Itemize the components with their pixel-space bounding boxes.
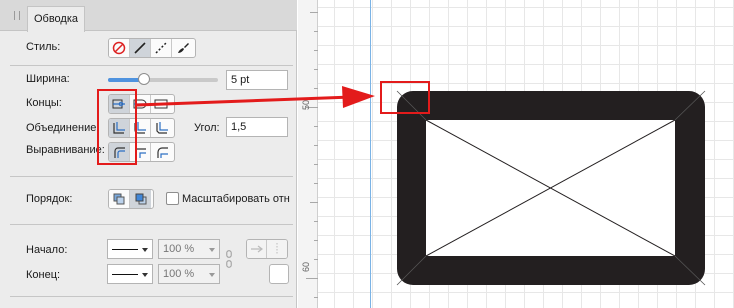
chevron-down-icon bbox=[142, 248, 148, 252]
arrow-line-preview bbox=[112, 273, 138, 275]
align-outside-button[interactable] bbox=[151, 143, 172, 161]
stroke-style-group bbox=[108, 38, 196, 58]
ruler-mark-50: 50 bbox=[301, 99, 311, 110]
caps-label: Концы: bbox=[26, 97, 62, 109]
width-slider-thumb[interactable] bbox=[138, 73, 150, 85]
link-arrows-icon[interactable] bbox=[226, 250, 232, 271]
stroke-behind-fill-icon bbox=[113, 193, 125, 205]
end-scale-dropdown[interactable]: 100 % bbox=[158, 264, 220, 284]
start-arrow-dropdown[interactable] bbox=[107, 239, 153, 259]
chevron-down-icon bbox=[209, 273, 215, 277]
stroke-behind-fill-button[interactable] bbox=[109, 190, 130, 208]
divider bbox=[10, 176, 293, 177]
scale-label: Масштабировать отн bbox=[182, 193, 290, 205]
solid-line-icon bbox=[134, 42, 146, 54]
width-label: Ширина: bbox=[26, 73, 70, 85]
tab-stroke[interactable]: Обводка bbox=[27, 6, 85, 32]
divider bbox=[10, 296, 293, 297]
brush-icon bbox=[177, 43, 189, 53]
swap-arrows-group bbox=[246, 239, 288, 259]
width-input[interactable]: 5 pt bbox=[226, 70, 288, 90]
stroke-front-fill-button[interactable] bbox=[130, 190, 151, 208]
square-cap-button[interactable] bbox=[151, 95, 172, 113]
arrow-align-button[interactable] bbox=[267, 240, 287, 258]
end-color-swatch[interactable] bbox=[269, 264, 289, 284]
start-scale-value: 100 % bbox=[163, 243, 195, 255]
stroke-panel: Обводка Стиль: Ширина: 5 pt Концы: Объед… bbox=[0, 0, 297, 308]
chevron-down-icon bbox=[142, 273, 148, 277]
solid-line-button[interactable] bbox=[130, 39, 151, 57]
scale-checkbox[interactable] bbox=[166, 192, 179, 205]
end-arrow-dropdown[interactable] bbox=[107, 264, 153, 284]
chevron-down-icon bbox=[209, 248, 215, 252]
start-scale-dropdown[interactable]: 100 % bbox=[158, 239, 220, 259]
end-label: Конец: bbox=[26, 269, 61, 281]
square-cap-icon bbox=[154, 99, 168, 109]
arrow-line-preview bbox=[112, 248, 138, 250]
panel-tab-bar: Обводка bbox=[0, 0, 297, 32]
style-label: Стиль: bbox=[26, 41, 61, 53]
angle-input[interactable]: 1,5 bbox=[226, 117, 288, 137]
brush-stroke-button[interactable] bbox=[172, 39, 193, 57]
dashed-line-icon bbox=[155, 42, 167, 54]
angle-label: Угол: bbox=[194, 122, 220, 134]
stroke-front-fill-icon bbox=[135, 193, 146, 205]
end-scale-value: 100 % bbox=[163, 268, 195, 280]
panel-grip-icon[interactable] bbox=[14, 11, 20, 20]
dotted-line-icon bbox=[276, 243, 278, 255]
dashed-line-button[interactable] bbox=[151, 39, 172, 57]
highlight-box bbox=[97, 89, 137, 165]
start-label: Начало: bbox=[26, 244, 68, 256]
swap-arrows-button[interactable] bbox=[247, 240, 268, 258]
join-label: Объединение: bbox=[26, 122, 100, 134]
bevel-join-button[interactable] bbox=[151, 119, 172, 137]
highlight-box bbox=[380, 81, 430, 114]
no-stroke-icon bbox=[112, 41, 126, 55]
arrow-right-icon bbox=[250, 245, 263, 253]
bevel-join-icon bbox=[155, 122, 168, 134]
divider bbox=[10, 65, 293, 66]
shape-layer bbox=[396, 90, 706, 286]
drawing-canvas[interactable] bbox=[318, 0, 734, 308]
order-group bbox=[108, 189, 154, 209]
divider bbox=[10, 224, 293, 225]
no-stroke-button[interactable] bbox=[109, 39, 130, 57]
width-slider[interactable] bbox=[108, 73, 218, 85]
align-outside-icon bbox=[156, 147, 168, 158]
ruler-mark-60: 60 bbox=[301, 261, 311, 272]
vertical-ruler: 50 60 bbox=[298, 0, 318, 308]
order-label: Порядок: bbox=[26, 193, 73, 205]
align-label: Выравнивание: bbox=[26, 144, 105, 156]
